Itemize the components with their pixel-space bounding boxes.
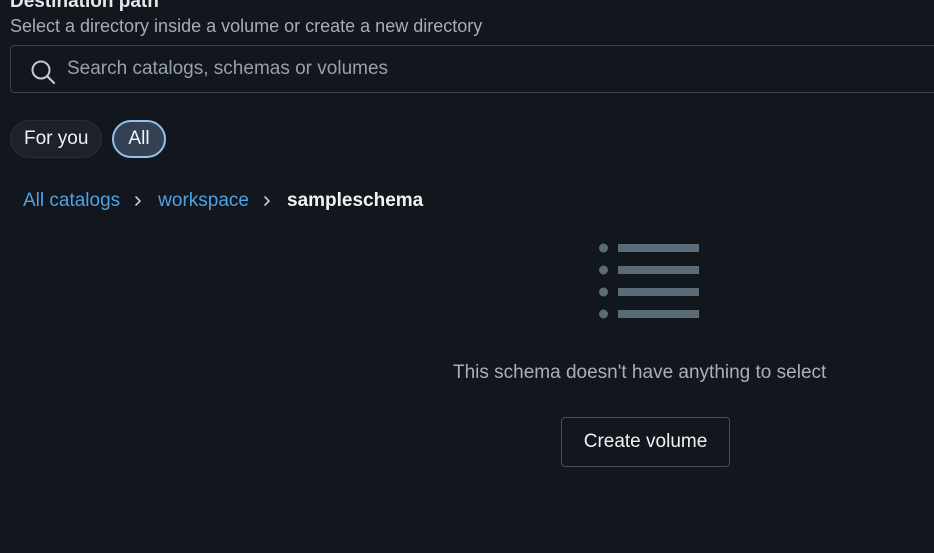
search-box[interactable] (10, 45, 934, 93)
list-icon (599, 243, 699, 319)
breadcrumb: All catalogs workspace sampleschema (23, 190, 423, 212)
destination-picker-panel: Destination path Select a directory insi… (0, 0, 934, 553)
breadcrumb-all-catalogs[interactable]: All catalogs (23, 190, 120, 212)
empty-state-message: This schema doesn't have anything to sel… (453, 362, 827, 383)
search-icon (31, 60, 56, 85)
chevron-right-icon (264, 196, 270, 206)
destination-path-hint: Select a directory inside a volume or cr… (10, 16, 483, 36)
destination-path-label: Destination path (10, 0, 159, 12)
create-volume-button[interactable]: Create volume (561, 417, 730, 467)
tab-all[interactable]: All (112, 120, 166, 158)
breadcrumb-current-schema: sampleschema (287, 190, 424, 211)
tab-for-you[interactable]: For you (10, 120, 103, 158)
search-input[interactable] (67, 46, 927, 92)
chevron-right-icon (135, 196, 141, 206)
filter-tabs: For you All (10, 120, 166, 158)
breadcrumb-workspace[interactable]: workspace (158, 190, 249, 212)
